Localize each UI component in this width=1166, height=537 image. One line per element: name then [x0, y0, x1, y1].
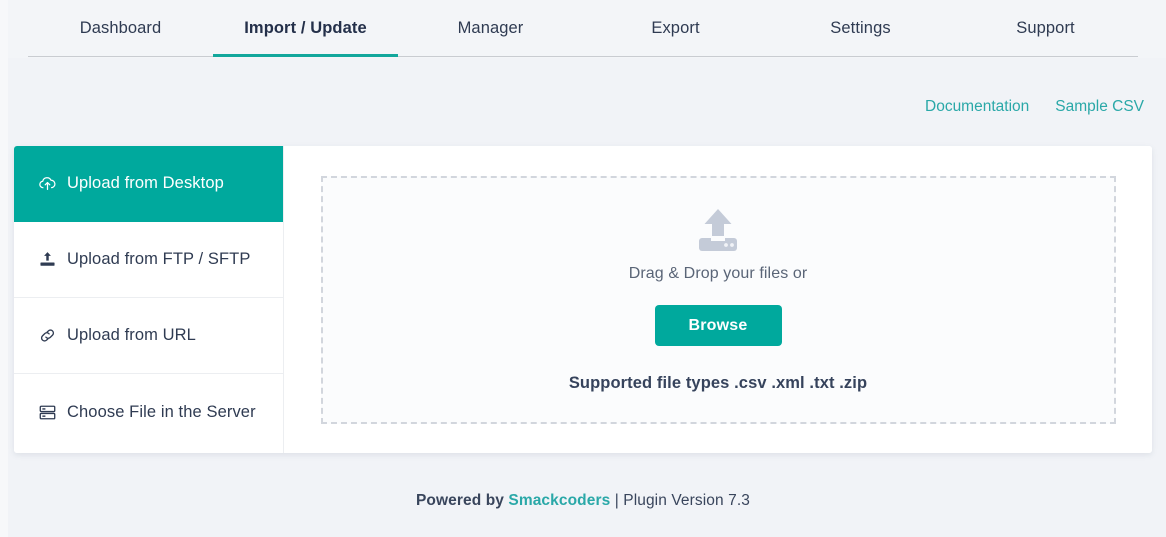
sample-csv-link[interactable]: Sample CSV [1055, 98, 1144, 116]
tab-dashboard-label: Dashboard [79, 19, 162, 37]
upload-cloud-art-icon [691, 207, 745, 257]
tab-settings[interactable]: Settings [768, 0, 953, 56]
sidebar-item-upload-from-desktop-label: Upload from Desktop [67, 174, 224, 192]
footer: Powered by Smackcoders | Plugin Version … [0, 492, 1166, 510]
sidebar-item-upload-from-ftp-sftp[interactable]: Upload from FTP / SFTP [14, 222, 283, 298]
tab-export[interactable]: Export [583, 0, 768, 56]
tab-settings-label: Settings [830, 19, 891, 37]
top-links-group: Documentation Sample CSV [925, 98, 1144, 116]
top-navigation: Dashboard Import / Update Manager Export… [0, 0, 1166, 58]
upload-source-sidebar: Upload from Desktop Upload from FTP / SF… [14, 146, 284, 453]
upload-tray-icon [38, 250, 57, 269]
documentation-link[interactable]: Documentation [925, 98, 1029, 116]
tab-support[interactable]: Support [953, 0, 1138, 56]
sidebar-item-choose-file-in-the-server-label: Choose File in the Server [67, 402, 256, 421]
link-icon [38, 326, 57, 345]
server-icon [38, 403, 57, 422]
browse-button[interactable]: Browse [654, 304, 782, 346]
left-edge-rail [0, 0, 8, 537]
file-dropzone[interactable]: Drag & Drop your files or Browse Support… [320, 175, 1116, 424]
drag-drop-text: Drag & Drop your files or [628, 264, 808, 282]
footer-prefix: Powered by [415, 492, 509, 509]
tab-bar: Dashboard Import / Update Manager Export… [28, 0, 1138, 57]
upload-content-pane: Drag & Drop your files or Browse Support… [284, 146, 1152, 453]
smackcoders-link[interactable]: Smackcoders [508, 492, 610, 509]
import-card: Upload from Desktop Upload from FTP / SF… [14, 146, 1152, 453]
tab-manager[interactable]: Manager [398, 0, 583, 56]
sidebar-item-upload-from-url[interactable]: Upload from URL [14, 298, 283, 374]
sidebar-item-upload-from-ftp-sftp-label: Upload from FTP / SFTP [67, 250, 251, 268]
sidebar-item-choose-file-in-the-server[interactable]: Choose File in the Server [14, 374, 283, 450]
tab-export-label: Export [651, 19, 700, 37]
footer-suffix: | Plugin Version 7.3 [610, 492, 750, 509]
sidebar-item-upload-from-desktop[interactable]: Upload from Desktop [14, 146, 283, 222]
tab-support-label: Support [1016, 19, 1075, 37]
supported-file-types-text: Supported file types .csv .xml .txt .zip [568, 373, 868, 392]
cloud-upload-icon [38, 174, 57, 193]
tab-import-update[interactable]: Import / Update [213, 0, 398, 57]
tab-dashboard[interactable]: Dashboard [28, 0, 213, 56]
sidebar-item-upload-from-url-label: Upload from URL [67, 326, 196, 344]
tab-import-update-label: Import / Update [244, 19, 367, 37]
tab-manager-label: Manager [457, 19, 524, 37]
